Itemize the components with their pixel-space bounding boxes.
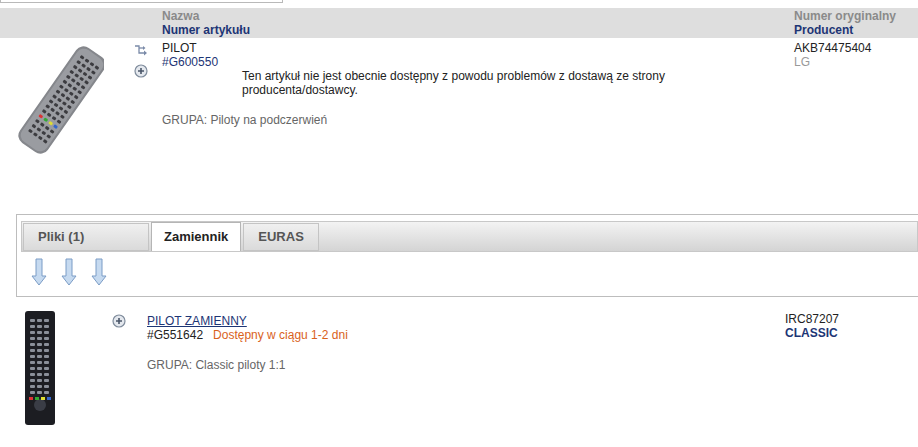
tab-panel: Pliki (1)ZamiennikEURAS xyxy=(16,214,918,297)
item-group: GRUPA: Piloty na podczerwień xyxy=(162,113,794,127)
page: NazwaNumer artykułuNumer oryginalnyProdu… xyxy=(0,0,918,447)
item-number[interactable]: #G600550 xyxy=(162,55,794,69)
number-label: Numer artykułu xyxy=(162,23,794,37)
name-label: Nazwa xyxy=(162,9,794,23)
arrow-row xyxy=(21,252,918,286)
add-icon[interactable] xyxy=(112,314,126,328)
availability-notice: Ten artykuł nie jest obecnie dostępny z … xyxy=(242,69,692,97)
replacement-image xyxy=(24,311,56,425)
replacement-name[interactable]: PILOT ZAMIENNY xyxy=(147,314,785,328)
replacement-row: PILOT ZAMIENNY#G551642 Dostępny w ciągu 1… xyxy=(0,297,918,425)
down-arrow-icon[interactable] xyxy=(61,258,77,286)
down-arrow-icon[interactable] xyxy=(31,258,47,286)
table-header: NazwaNumer artykułuNumer oryginalnyProdu… xyxy=(0,8,918,38)
tab-bar: Pliki (1)ZamiennikEURAS xyxy=(21,221,918,252)
producer: LG xyxy=(794,55,918,69)
tab[interactable]: EURAS xyxy=(243,223,319,251)
relation-icon[interactable] xyxy=(134,44,148,56)
tab[interactable]: Zamiennik xyxy=(151,222,241,251)
down-arrow-icon[interactable] xyxy=(91,258,107,286)
replacement-group: GRUPA: Classic piloty 1:1 xyxy=(147,358,785,372)
item-row: PILOT#G600550Ten artykuł nie jest obecni… xyxy=(0,38,918,214)
item-name: PILOT xyxy=(162,41,794,55)
replacement-producer: CLASSIC xyxy=(785,326,918,340)
replacement-original-number: IRC87207 xyxy=(785,312,918,326)
product-image xyxy=(14,40,104,160)
search-field[interactable] xyxy=(0,0,283,3)
original-label: Numer oryginalny xyxy=(794,9,918,23)
tab[interactable]: Pliki (1) xyxy=(23,223,149,251)
replacement-number: #G551642 xyxy=(147,328,203,342)
add-icon[interactable] xyxy=(134,64,148,78)
producer-label: Producent xyxy=(794,23,918,37)
replacement-availability: Dostępny w ciągu 1-2 dni xyxy=(213,328,348,342)
original-number: AKB74475404 xyxy=(794,41,918,55)
